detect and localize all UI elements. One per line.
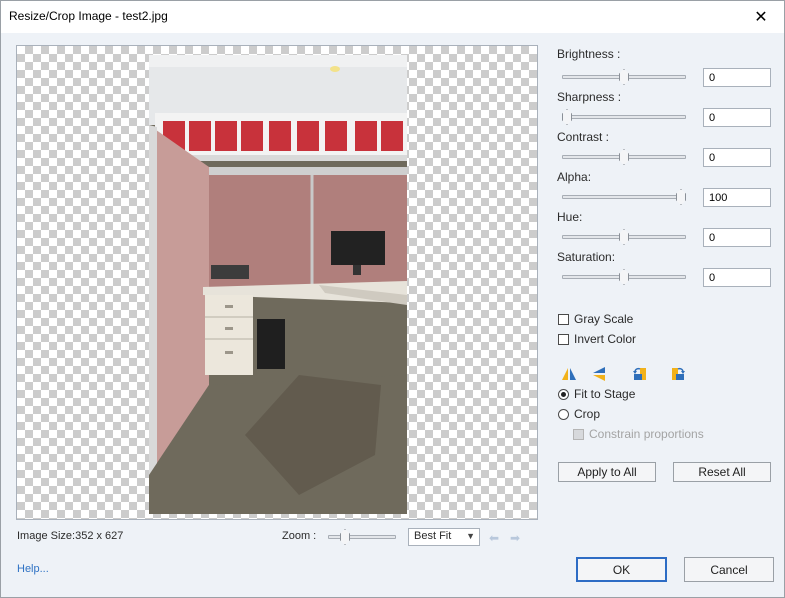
zoom-slider-thumb[interactable] — [340, 529, 350, 545]
constrain-proportions-option: Constrain proportions — [573, 427, 704, 441]
flip-vertical-icon[interactable] — [591, 366, 607, 382]
alpha-input[interactable] — [703, 188, 771, 207]
gray-scale-option[interactable]: Gray Scale — [558, 312, 633, 326]
hue-input[interactable] — [703, 228, 771, 247]
next-arrow-icon[interactable]: ➡ — [510, 531, 520, 545]
chevron-down-icon: ▼ — [466, 531, 475, 541]
zoom-label: Zoom : — [282, 530, 317, 542]
zoom-select[interactable]: Best Fit ▼ — [408, 528, 480, 546]
saturation-slider[interactable] — [562, 269, 686, 285]
alpha-label: Alpha: — [557, 170, 592, 184]
sharpness-slider[interactable] — [562, 109, 686, 125]
previous-arrow-icon[interactable]: ⬅ — [489, 531, 499, 545]
fit-to-stage-option[interactable]: Fit to Stage — [558, 387, 635, 401]
sharpness-input[interactable] — [703, 108, 771, 127]
fit-to-stage-label: Fit to Stage — [574, 387, 636, 401]
image-size-text: Image Size:352 x 627 — [17, 530, 124, 542]
reset-all-button[interactable]: Reset All — [673, 462, 771, 482]
alpha-slider[interactable] — [562, 189, 686, 205]
gray-scale-label: Gray Scale — [574, 312, 634, 326]
dialog-title: Resize/Crop Image - test2.jpg — [9, 9, 168, 23]
cancel-button[interactable]: Cancel — [684, 557, 774, 582]
zoom-slider[interactable] — [328, 529, 396, 545]
office-cubicle-photo — [149, 55, 407, 514]
saturation-label: Saturation: — [557, 250, 616, 264]
brightness-label: Brightness : — [557, 47, 621, 61]
hue-slider[interactable] — [562, 229, 686, 245]
brightness-slider[interactable] — [562, 69, 686, 85]
contrast-slider-thumb[interactable] — [619, 149, 629, 165]
rotate-right-icon[interactable] — [670, 366, 686, 382]
hue-slider-thumb[interactable] — [619, 229, 629, 245]
constrain-proportions-checkbox — [573, 428, 584, 440]
alpha-slider-thumb[interactable] — [676, 189, 686, 205]
help-link[interactable]: Help... — [17, 563, 49, 575]
contrast-input[interactable] — [703, 148, 771, 167]
title-bar: Resize/Crop Image - test2.jpg ✕ — [1, 1, 784, 33]
invert-color-option[interactable]: Invert Color — [558, 332, 636, 346]
sharpness-label: Sharpness : — [557, 90, 622, 104]
crop-label: Crop — [574, 407, 601, 421]
contrast-label: Contrast : — [557, 130, 610, 144]
saturation-input[interactable] — [703, 268, 771, 287]
contrast-slider[interactable] — [562, 149, 686, 165]
invert-color-label: Invert Color — [574, 332, 637, 346]
gray-scale-checkbox[interactable] — [558, 313, 569, 325]
brightness-slider-thumb[interactable] — [619, 69, 629, 85]
constrain-proportions-label: Constrain proportions — [589, 427, 704, 441]
crop-radio[interactable] — [558, 408, 569, 420]
hue-label: Hue: — [557, 210, 583, 224]
zoom-select-value: Best Fit — [414, 530, 452, 542]
ok-button[interactable]: OK — [576, 557, 667, 582]
sharpness-slider-thumb[interactable] — [562, 109, 572, 125]
flip-horizontal-icon[interactable] — [561, 366, 577, 382]
resize-crop-dialog: Resize/Crop Image - test2.jpg ✕ Brightne… — [0, 0, 785, 598]
close-icon[interactable]: ✕ — [738, 1, 784, 33]
rotate-left-icon[interactable] — [632, 366, 648, 382]
saturation-slider-thumb[interactable] — [619, 269, 629, 285]
invert-color-checkbox[interactable] — [558, 333, 569, 345]
brightness-input[interactable] — [703, 68, 771, 87]
fit-to-stage-radio[interactable] — [558, 388, 569, 400]
apply-to-all-button[interactable]: Apply to All — [558, 462, 656, 482]
crop-option[interactable]: Crop — [558, 407, 600, 421]
image-preview-stage[interactable] — [16, 45, 538, 520]
